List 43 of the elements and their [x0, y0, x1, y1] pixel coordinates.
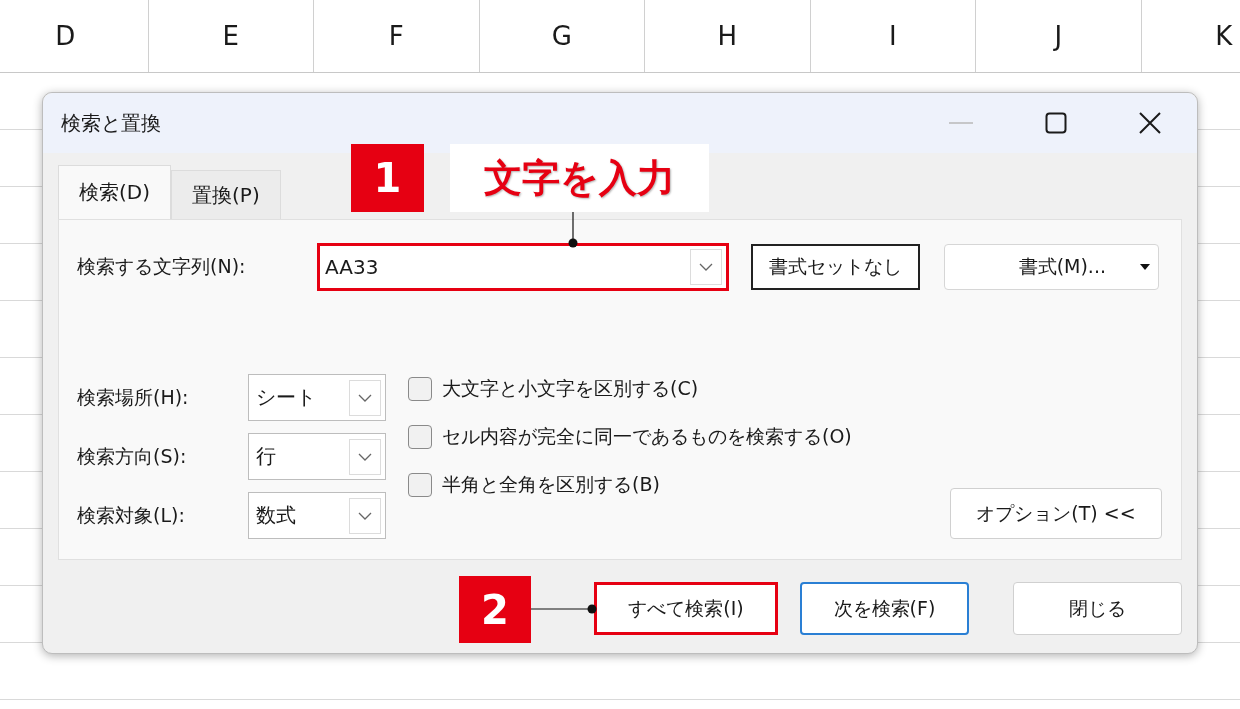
column-header[interactable]: H — [645, 0, 811, 72]
dialog-button[interactable]: すべて検索(I) — [594, 582, 778, 635]
column-header[interactable]: D — [0, 0, 149, 72]
callout-label: 文字を入力 — [450, 144, 709, 212]
dialog-button[interactable]: 閉じる — [1013, 582, 1182, 635]
column-header[interactable]: K — [1141, 0, 1240, 72]
dropdown-field[interactable]: 数式 — [248, 492, 386, 539]
window-title: 検索と置換 — [61, 109, 161, 137]
caret-icon — [1140, 264, 1150, 270]
option-label: 検索対象(L): — [77, 502, 186, 528]
close-icon[interactable] — [1139, 112, 1161, 134]
leader-line — [568, 212, 578, 248]
column-header[interactable]: E — [148, 0, 314, 72]
checkbox-label: セル内容が完全に同一であるものを検索する(O) — [442, 424, 852, 449]
chevron-icon[interactable] — [358, 511, 372, 520]
dropdown-field[interactable]: シート — [248, 374, 386, 421]
step-number-badge: 1 — [351, 144, 424, 212]
find-input-field[interactable]: AA33 — [317, 243, 729, 291]
format-menu-button[interactable]: 書式(M)... — [944, 244, 1159, 290]
chevron-icon[interactable] — [358, 393, 372, 402]
options-button[interactable]: オプション(T) << — [950, 488, 1162, 539]
leader-line — [531, 604, 597, 614]
tab[interactable]: 置換(P) — [171, 170, 281, 219]
checkbox[interactable] — [408, 473, 432, 497]
checkbox[interactable] — [408, 425, 432, 449]
column-header[interactable]: I — [810, 0, 976, 72]
option-label: 検索方向(S): — [77, 443, 188, 469]
column-header[interactable]: J — [976, 0, 1142, 72]
dialog-button[interactable]: 次を検索(F) — [800, 582, 969, 635]
chevron-icon[interactable] — [699, 263, 713, 271]
option-label: 検索場所(H): — [77, 384, 190, 410]
find-label: 検索する文字列(N): — [77, 254, 247, 279]
checkbox-label: 半角と全角を区別する(B) — [442, 472, 660, 497]
dropdown-field[interactable]: 行 — [248, 433, 386, 480]
column-header[interactable]: G — [479, 0, 645, 72]
checkbox[interactable] — [408, 377, 432, 401]
step-number-badge: 2 — [459, 576, 531, 643]
checkbox-label: 大文字と小文字を区別する(C) — [442, 376, 699, 401]
maximize-icon[interactable] — [1045, 112, 1067, 134]
chevron-icon[interactable] — [358, 452, 372, 461]
column-header[interactable]: F — [314, 0, 480, 72]
tab[interactable]: 検索(D) — [58, 165, 171, 219]
no-format-button[interactable]: 書式セットなし — [751, 244, 920, 290]
